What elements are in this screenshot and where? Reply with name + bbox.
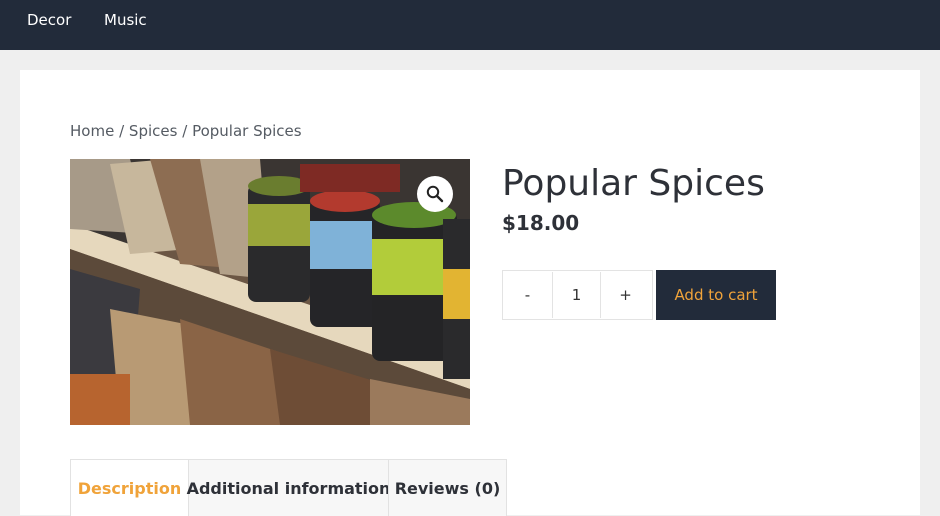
zoom-button[interactable] xyxy=(417,176,453,212)
quantity-decrease-button[interactable]: - xyxy=(503,271,552,319)
product-price: $18.00 xyxy=(502,211,580,235)
product-title: Popular Spices xyxy=(502,163,765,204)
breadcrumb-current: Popular Spices xyxy=(192,122,302,140)
nav-item-music[interactable]: Music xyxy=(104,11,147,29)
breadcrumb: Home / Spices / Popular Spices xyxy=(70,122,302,140)
breadcrumb-separator: / xyxy=(119,122,125,140)
tab-description[interactable]: Description xyxy=(71,460,188,516)
tab-reviews[interactable]: Reviews (0) xyxy=(388,460,506,516)
add-to-cart-button[interactable]: Add to cart xyxy=(656,270,776,320)
breadcrumb-separator: / xyxy=(182,122,188,140)
product-photo xyxy=(70,159,470,425)
product-card: Home / Spices / Popular Spices Popular S… xyxy=(20,70,920,516)
quantity-input[interactable] xyxy=(552,272,601,318)
product-image[interactable] xyxy=(70,159,470,425)
tab-additional-information[interactable]: Additional information xyxy=(187,460,390,516)
top-navigation-bar: Decor Music xyxy=(0,0,940,50)
breadcrumb-home-link[interactable]: Home xyxy=(70,122,114,140)
nav-item-decor[interactable]: Decor xyxy=(27,11,71,29)
quantity-stepper: - + xyxy=(502,270,653,320)
zoom-magnifier-icon xyxy=(426,185,444,203)
quantity-increase-button[interactable]: + xyxy=(601,271,650,319)
product-tabs: Description Additional information Revie… xyxy=(70,459,507,516)
breadcrumb-category-link[interactable]: Spices xyxy=(129,122,178,140)
